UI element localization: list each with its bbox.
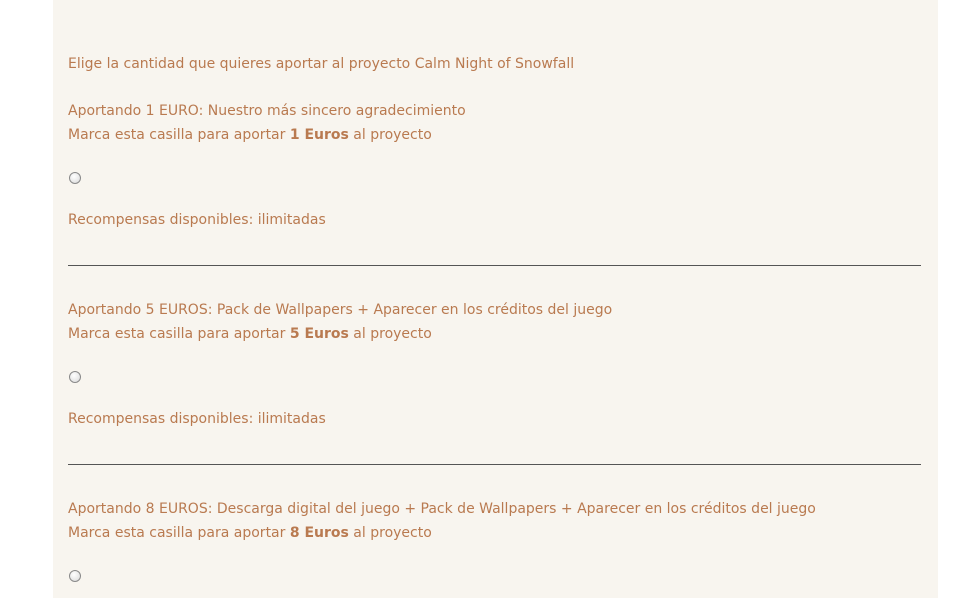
tier-3-heading-prefix: Aportando 8 EUROS: bbox=[68, 501, 213, 517]
intro-text: Elige la cantidad que quieres aportar al… bbox=[68, 56, 575, 72]
tier-3-mark-prefix: Marca esta casilla para aportar bbox=[68, 525, 290, 541]
tier-1-mark-label: Marca esta casilla para aportar 1 Euros … bbox=[68, 126, 432, 144]
tier-3-radio[interactable] bbox=[69, 570, 81, 582]
tier-2-mark-label: Marca esta casilla para aportar 5 Euros … bbox=[68, 325, 432, 343]
tier-2-amount: 5 Euros bbox=[289, 326, 349, 342]
tier-2-heading-prefix: Aportando 5 EUROS: bbox=[68, 302, 213, 318]
tier-1-amount: 1 Euros bbox=[289, 127, 349, 143]
tier-1-heading: Aportando 1 EURO: Nuestro más sincero ag… bbox=[68, 102, 466, 120]
tier-divider-1 bbox=[68, 265, 921, 266]
tier-1-heading-prefix: Aportando 1 EURO: bbox=[68, 103, 204, 119]
tier-2-heading: Aportando 5 EUROS: Pack de Wallpapers + … bbox=[68, 301, 612, 319]
tier-3-mark-suffix: al proyecto bbox=[348, 525, 432, 541]
tier-3-heading: Aportando 8 EUROS: Descarga digital del … bbox=[68, 500, 816, 518]
tier-3-amount: 8 Euros bbox=[289, 525, 349, 541]
tier-1-available: Recompensas disponibles: ilimitadas bbox=[68, 212, 326, 228]
tier-1-mark-prefix: Marca esta casilla para aportar bbox=[68, 127, 290, 143]
tier-2-available: Recompensas disponibles: ilimitadas bbox=[68, 411, 326, 427]
tier-1-heading-reward: Nuestro más sincero agradecimiento bbox=[203, 103, 466, 119]
tier-1-radio[interactable] bbox=[69, 172, 81, 184]
tier-2-mark-suffix: al proyecto bbox=[348, 326, 432, 342]
tier-3-mark-label: Marca esta casilla para aportar 8 Euros … bbox=[68, 524, 432, 542]
tier-2-heading-reward: Pack de Wallpapers + Aparecer en los cré… bbox=[212, 302, 613, 318]
tier-1-mark-suffix: al proyecto bbox=[348, 127, 432, 143]
tier-3-heading-reward: Descarga digital del juego + Pack de Wal… bbox=[212, 501, 816, 517]
tier-2-mark-prefix: Marca esta casilla para aportar bbox=[68, 326, 290, 342]
tier-2-radio[interactable] bbox=[69, 371, 81, 383]
tier-divider-2 bbox=[68, 464, 921, 465]
